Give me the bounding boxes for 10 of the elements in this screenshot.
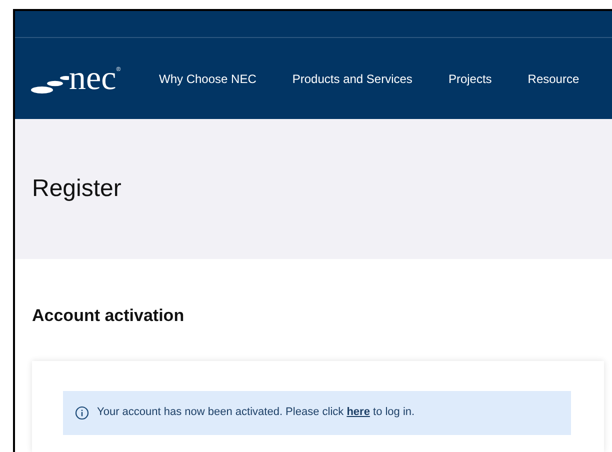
info-icon <box>75 406 89 420</box>
nav-link[interactable]: Projects <box>448 70 492 88</box>
page-title: Register <box>32 174 122 204</box>
section-title: Account activation <box>32 305 186 327</box>
logo-ellipses-icon <box>31 74 69 96</box>
nav-link[interactable]: Why Choose NEC <box>159 70 256 88</box>
activation-message: Your account has now been activated. Please click here to log in. <box>97 405 415 420</box>
nav-link[interactable]: Resource <box>528 70 580 88</box>
nav-link[interactable]: Products and Services <box>292 70 412 88</box>
login-link[interactable]: here <box>346 406 370 418</box>
